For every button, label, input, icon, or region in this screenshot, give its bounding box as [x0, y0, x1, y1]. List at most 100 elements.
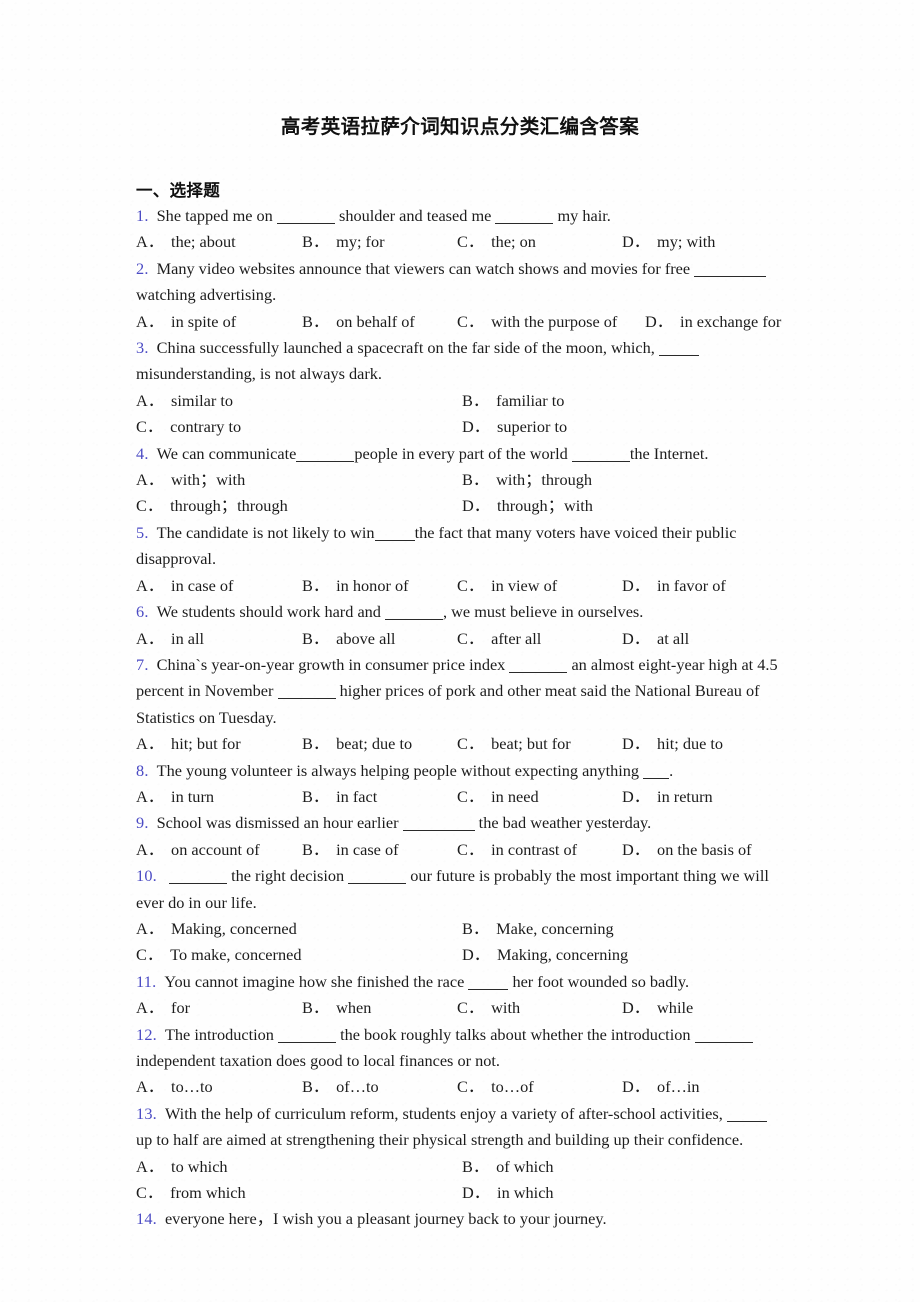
- option-choice[interactable]: A． to which: [136, 1154, 462, 1180]
- option-row: A． in turn B． in fact C． in need D． in return: [136, 784, 784, 810]
- option-choice[interactable]: A． in all: [136, 626, 302, 652]
- option-choice[interactable]: B． in case of: [302, 837, 457, 863]
- option-choice[interactable]: B． when: [302, 995, 457, 1021]
- option-letter: C．: [136, 417, 164, 437]
- answer-blank: [402, 830, 475, 832]
- option-choice[interactable]: D． of…in: [622, 1074, 700, 1100]
- option-choice[interactable]: D． Making, concerning: [462, 942, 628, 968]
- option-letter: C．: [136, 945, 164, 965]
- option-text: the; on: [491, 232, 536, 252]
- option-choice[interactable]: C． with the purpose of: [457, 309, 645, 335]
- option-choice[interactable]: B． in honor of: [302, 573, 457, 599]
- option-choice[interactable]: C． from which: [136, 1180, 462, 1206]
- option-choice[interactable]: A． with；with: [136, 467, 462, 493]
- option-choice[interactable]: D． while: [622, 995, 693, 1021]
- option-choice[interactable]: B． with；through: [462, 467, 592, 493]
- option-row: A． to which B． of which: [136, 1154, 784, 1180]
- option-choice[interactable]: B． beat; due to: [302, 731, 457, 757]
- option-choice[interactable]: D． in which: [462, 1180, 554, 1206]
- option-choice[interactable]: D． on the basis of: [622, 837, 752, 863]
- option-choice[interactable]: D． superior to: [462, 414, 567, 440]
- option-choice[interactable]: A． in turn: [136, 784, 302, 810]
- option-choice[interactable]: C． in contrast of: [457, 837, 622, 863]
- option-choice[interactable]: C． beat; but for: [457, 731, 622, 757]
- option-letter: D．: [622, 232, 651, 252]
- option-row: C． from which D． in which: [136, 1180, 784, 1206]
- option-letter: A．: [136, 1077, 165, 1097]
- option-letter: A．: [136, 470, 165, 490]
- option-choice[interactable]: D． in favor of: [622, 573, 726, 599]
- option-choice[interactable]: A． for: [136, 995, 302, 1021]
- answer-blank: [348, 883, 407, 885]
- option-choice[interactable]: C． the; on: [457, 229, 622, 255]
- stem-text: She tapped me on: [156, 206, 277, 225]
- question-stem: 5. The candidate is not likely to win the …: [136, 520, 784, 573]
- option-choice[interactable]: D． through；with: [462, 493, 593, 519]
- option-choice[interactable]: C． through；through: [136, 493, 462, 519]
- question-block: 1. She tapped me on shoulder and teased m…: [136, 203, 784, 256]
- option-letter: A．: [136, 734, 165, 754]
- option-letter: D．: [622, 575, 651, 595]
- option-letter: D．: [622, 839, 651, 859]
- option-row: A． Making, concerned B． Make, concerning: [136, 916, 784, 942]
- option-choice[interactable]: B． Make, concerning: [462, 916, 614, 942]
- question-block: 4. We can communicate people in every part…: [136, 441, 784, 520]
- answer-blank: [658, 355, 699, 357]
- option-text: at all: [657, 628, 690, 648]
- option-choice[interactable]: B． familiar to: [462, 388, 564, 414]
- option-letter: C．: [457, 232, 485, 252]
- option-letter: B．: [302, 786, 330, 806]
- option-choice[interactable]: B． of…to: [302, 1074, 457, 1100]
- option-choice[interactable]: B． my; for: [302, 229, 457, 255]
- option-choice[interactable]: D． in exchange for: [645, 309, 781, 335]
- option-choice[interactable]: D． my; with: [622, 229, 715, 255]
- option-text: with；with: [171, 470, 246, 490]
- option-letter: D．: [462, 417, 491, 437]
- option-choice[interactable]: C． after all: [457, 626, 622, 652]
- option-choice[interactable]: D． in return: [622, 784, 713, 810]
- option-row: A． hit; but for B． beat; due to C． beat; but …: [136, 731, 784, 757]
- answer-blank: [169, 883, 228, 885]
- question-stem: 13. With the help of curriculum reform, s…: [136, 1101, 784, 1154]
- stem-text: The young volunteer is always helping pe…: [156, 760, 644, 780]
- option-choice[interactable]: B． of which: [462, 1154, 554, 1180]
- option-choice[interactable]: C． in view of: [457, 573, 622, 599]
- option-choice[interactable]: C． to…of: [457, 1074, 622, 1100]
- option-text: of which: [496, 1156, 554, 1176]
- option-choice[interactable]: A． in spite of: [136, 309, 302, 335]
- option-choice[interactable]: A． Making, concerned: [136, 916, 462, 942]
- option-letter: A．: [136, 998, 165, 1018]
- question-block: 8. The young volunteer is always helping …: [136, 758, 784, 811]
- option-choice[interactable]: B． in fact: [302, 784, 457, 810]
- option-text: the; about: [171, 232, 236, 252]
- option-choice[interactable]: B． on behalf of: [302, 309, 457, 335]
- option-choice[interactable]: C． contrary to: [136, 414, 462, 440]
- option-row: A． in all B． above all C． after all D． at all: [136, 626, 784, 652]
- option-choice[interactable]: D． hit; due to: [622, 731, 723, 757]
- option-choice[interactable]: A． hit; but for: [136, 731, 302, 757]
- answer-blank: [468, 988, 509, 990]
- option-text: in case of: [171, 575, 234, 595]
- option-choice[interactable]: A． similar to: [136, 388, 462, 414]
- stem-text: China successfully launched a spacecraft…: [156, 338, 659, 358]
- option-letter: B．: [302, 232, 330, 252]
- option-choice[interactable]: A． on account of: [136, 837, 302, 863]
- option-letter: C．: [136, 496, 164, 516]
- option-choice[interactable]: C． with: [457, 995, 622, 1021]
- option-letter: D．: [622, 1077, 651, 1097]
- option-choice[interactable]: A． to…to: [136, 1074, 302, 1100]
- option-choice[interactable]: A． the; about: [136, 229, 302, 255]
- option-choice[interactable]: A． in case of: [136, 573, 302, 599]
- option-text: above all: [336, 628, 396, 648]
- option-choice[interactable]: C． To make, concerned: [136, 942, 462, 968]
- option-choice[interactable]: D． at all: [622, 626, 689, 652]
- option-text: with the purpose of: [491, 311, 618, 331]
- question-number: 14.: [136, 1209, 157, 1229]
- option-letter: A．: [136, 390, 165, 410]
- option-text: in return: [657, 786, 713, 806]
- option-letter: C．: [457, 786, 485, 806]
- option-choice[interactable]: B． above all: [302, 626, 457, 652]
- question-list: 1. She tapped me on shoulder and teased m…: [136, 203, 784, 1233]
- answer-blank: [571, 460, 630, 462]
- option-choice[interactable]: C． in need: [457, 784, 622, 810]
